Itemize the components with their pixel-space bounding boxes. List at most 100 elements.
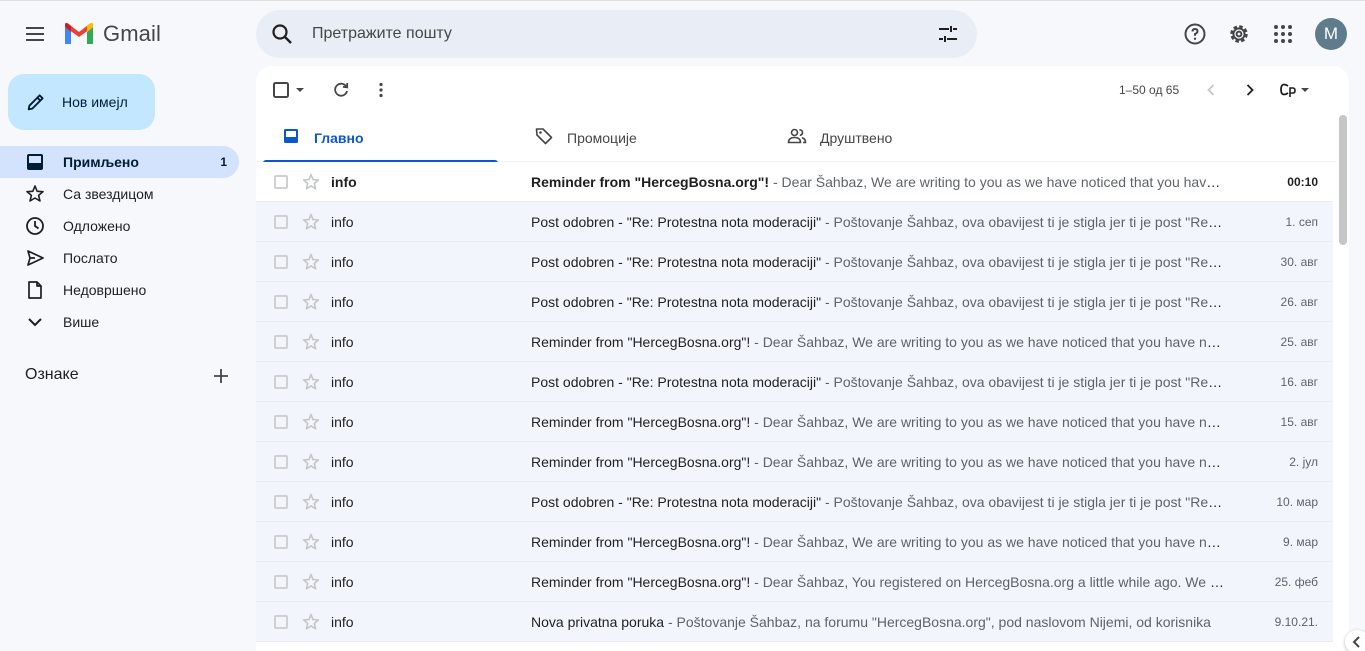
- email-snippet: - Poštovanje Šahbaz, ova obavijest ti je…: [824, 494, 1224, 510]
- settings-gear-icon[interactable]: [1227, 22, 1251, 46]
- row-checkbox[interactable]: [274, 535, 288, 549]
- sidebar-item-label: Више: [63, 314, 100, 330]
- scrollbar[interactable]: [1337, 115, 1349, 651]
- sidebar-item-label: Са звездицом: [63, 186, 154, 202]
- email-row[interactable]: info Reminder from "HercegBosna.org"! - D…: [256, 322, 1333, 362]
- email-content: Post odobren - "Re: Protestna nota moder…: [531, 294, 1224, 310]
- email-sender: info: [331, 174, 357, 190]
- search-icon[interactable]: [270, 22, 294, 46]
- sidebar-item-snoozed[interactable]: Одложено: [0, 210, 239, 242]
- star-icon[interactable]: [301, 252, 321, 272]
- email-subject: Reminder from "HercegBosna.org"!: [531, 534, 751, 550]
- email-sender: info: [331, 534, 354, 550]
- account-avatar[interactable]: M: [1315, 18, 1347, 50]
- email-subject: Reminder from "HercegBosna.org"!: [531, 574, 751, 590]
- email-row[interactable]: info Post odobren - "Re: Protestna nota m…: [256, 202, 1333, 242]
- email-subject: Post odobren - "Re: Protestna nota moder…: [531, 374, 822, 390]
- sidebar-item-sent[interactable]: Послато: [0, 242, 239, 274]
- row-checkbox[interactable]: [274, 375, 288, 389]
- inbox-icon: [27, 154, 43, 170]
- refresh-icon[interactable]: [331, 80, 351, 100]
- email-subject: Reminder from "HercegBosna.org"!: [531, 414, 751, 430]
- star-icon[interactable]: [301, 212, 321, 232]
- email-content: Post odobren - "Re: Protestna nota moder…: [531, 374, 1224, 390]
- input-tools-icon[interactable]: [1278, 80, 1312, 100]
- row-checkbox[interactable]: [274, 215, 288, 229]
- star-icon[interactable]: [301, 452, 321, 472]
- email-snippet: - Dear Šahbaz, You registered on HercegB…: [750, 574, 1224, 590]
- email-snippet: - Poštovanje Šahbaz, na forumu "HercegBo…: [664, 614, 1211, 630]
- tab-promotions[interactable]: Промоције: [516, 114, 751, 162]
- email-sender: info: [331, 254, 354, 270]
- email-row[interactable]: info Reminder from "HercegBosna.org"! - D…: [256, 562, 1333, 602]
- star-icon[interactable]: [301, 532, 321, 552]
- row-checkbox[interactable]: [274, 575, 288, 589]
- email-row[interactable]: info Reminder from "HercegBosna.org"! - D…: [256, 442, 1333, 482]
- search-input[interactable]: [312, 10, 912, 58]
- row-checkbox[interactable]: [274, 255, 288, 269]
- email-date: 25. феб: [1274, 575, 1318, 589]
- star-icon[interactable]: [301, 372, 321, 392]
- email-row[interactable]: info Post odobren - "Re: Protestna nota m…: [256, 282, 1333, 322]
- compose-label: Нов имејл: [62, 94, 128, 110]
- email-row[interactable]: info Post odobren - "Re: Protestna nota m…: [256, 362, 1333, 402]
- email-row[interactable]: info Post odobren - "Re: Protestna nota m…: [256, 242, 1333, 282]
- email-row[interactable]: info Post odobren - "Re: Protestna nota m…: [256, 482, 1333, 522]
- star-icon[interactable]: [301, 492, 321, 512]
- email-snippet: - Dear Šahbaz, We are writing to you as …: [750, 534, 1224, 550]
- compose-button[interactable]: Нов имејл: [8, 74, 155, 130]
- tab-primary[interactable]: Главно: [263, 114, 498, 163]
- inbox-icon: [284, 129, 298, 143]
- row-checkbox[interactable]: [274, 455, 288, 469]
- row-checkbox[interactable]: [274, 295, 288, 309]
- search-bar[interactable]: [256, 10, 977, 58]
- row-checkbox[interactable]: [274, 615, 288, 629]
- tab-social[interactable]: Друштвено: [769, 114, 1004, 162]
- email-content: Reminder from "HercegBosna.org"! - Dear …: [531, 454, 1224, 470]
- category-tabs: Главно Промоције Друштвено: [256, 114, 1336, 163]
- star-icon[interactable]: [301, 292, 321, 312]
- add-label-icon[interactable]: [211, 366, 231, 386]
- email-snippet: - Poštovanje Šahbaz, ova obavijest ti je…: [824, 294, 1224, 310]
- tab-label: Промоције: [567, 130, 637, 146]
- sidebar-item-drafts[interactable]: Недовршено: [0, 274, 239, 306]
- email-date: 9. мар: [1283, 535, 1318, 549]
- email-content: Post odobren - "Re: Protestna nota moder…: [531, 494, 1224, 510]
- row-checkbox[interactable]: [274, 495, 288, 509]
- select-all-checkbox-icon[interactable]: [272, 80, 306, 100]
- chevron-right-icon[interactable]: [1240, 80, 1260, 100]
- row-checkbox[interactable]: [274, 335, 288, 349]
- email-subject: Post odobren - "Re: Protestna nota moder…: [531, 494, 822, 510]
- email-content: Nova privatna poruka - Poštovanje Šahbaz…: [531, 614, 1224, 630]
- email-snippet: - Dear Šahbaz, We are writing to you as …: [772, 174, 1224, 190]
- email-row[interactable]: info Reminder from "HercegBosna.org"! - D…: [256, 522, 1333, 562]
- side-panel-toggle[interactable]: [1345, 630, 1365, 651]
- gmail-logo[interactable]: Gmail: [63, 20, 161, 48]
- help-icon[interactable]: [1183, 22, 1207, 46]
- email-row[interactable]: info Reminder from "HercegBosna.org"! - D…: [256, 402, 1333, 442]
- sidebar-item-starred[interactable]: Са звездицом: [0, 178, 239, 210]
- apps-grid-icon[interactable]: [1271, 22, 1295, 46]
- star-icon[interactable]: [301, 412, 321, 432]
- email-row[interactable]: info Reminder from "HercegBosna.org"! - D…: [256, 162, 1333, 202]
- email-date: 2. јул: [1289, 455, 1318, 469]
- sidebar-item-label: Примљено: [63, 154, 139, 170]
- sidebar-item-label: Одложено: [63, 218, 131, 234]
- email-row[interactable]: info Nova privatna poruka - Poštovanje Ša…: [256, 602, 1333, 642]
- star-icon[interactable]: [301, 332, 321, 352]
- row-checkbox[interactable]: [274, 175, 288, 189]
- star-icon[interactable]: [301, 172, 321, 192]
- star-icon[interactable]: [301, 612, 321, 632]
- scrollbar-thumb[interactable]: [1339, 115, 1347, 245]
- main-menu-button[interactable]: [13, 12, 57, 56]
- email-sender: info: [331, 334, 354, 350]
- row-checkbox[interactable]: [274, 415, 288, 429]
- chevron-left-icon[interactable]: [1201, 80, 1221, 100]
- sidebar-item-more[interactable]: Више: [0, 306, 239, 338]
- more-vertical-icon[interactable]: [371, 80, 391, 100]
- tab-label: Главно: [314, 130, 364, 146]
- email-date: 00:10: [1287, 175, 1318, 189]
- sidebar-item-inbox[interactable]: Примљено 1: [0, 146, 239, 178]
- search-options-icon[interactable]: [936, 22, 960, 46]
- star-icon[interactable]: [301, 572, 321, 592]
